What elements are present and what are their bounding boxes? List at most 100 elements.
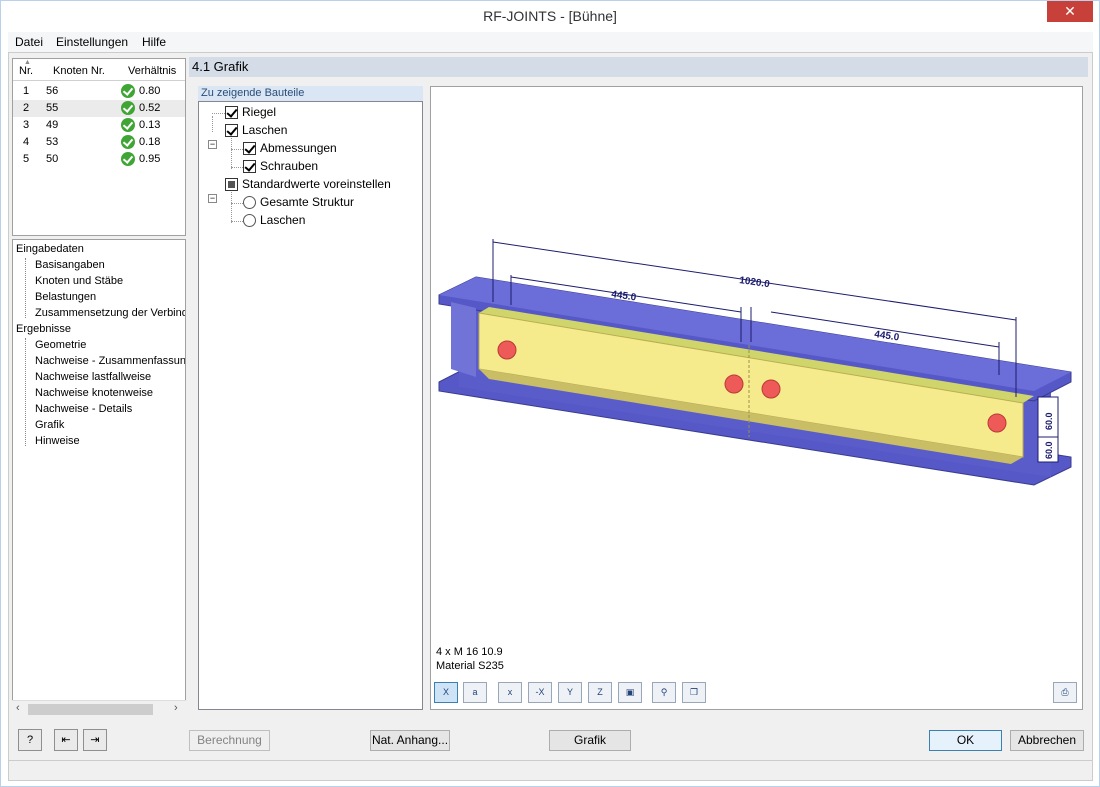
row-nr: 4 (23, 136, 30, 148)
section-title: 4.1 Grafik (192, 59, 249, 74)
nav-horizontal-scrollbar[interactable]: ‹ › (12, 700, 186, 717)
nav-zusammensetzung[interactable]: Zusammensetzung der Verbindung (35, 307, 185, 319)
table-row[interactable]: 4 53 0.18 (13, 134, 185, 151)
bolt (724, 374, 744, 394)
berechnung-button[interactable]: Berechnung (189, 730, 270, 751)
row-ratio: 0.18 (139, 136, 161, 148)
tree-connector (231, 138, 232, 169)
axis-minus-x-icon[interactable]: -X (528, 682, 552, 703)
menu-einstellungen[interactable]: Einstellungen (56, 35, 128, 49)
table-row[interactable]: 2 55 0.52 (13, 100, 185, 117)
table-row[interactable]: 5 50 0.95 (13, 151, 185, 168)
gesamte-radio[interactable] (243, 196, 256, 209)
dim-total-label: 1020.0 (739, 275, 771, 290)
row-ratio: 0.52 (139, 102, 161, 114)
row-ratio: 0.13 (139, 119, 161, 131)
check-ok-icon (121, 135, 135, 149)
schrauben-checkbox[interactable] (243, 160, 256, 173)
close-button[interactable]: ✕ (1047, 1, 1093, 22)
tree-connector (231, 203, 243, 204)
table-header: ▲ Nr. Knoten Nr. Verhältnis (13, 59, 185, 81)
tree-connector (25, 258, 26, 318)
abmessungen-checkbox[interactable] (243, 142, 256, 155)
nav-group-eingabedaten[interactable]: Eingabedaten (16, 243, 84, 255)
tree-connector (231, 167, 243, 168)
check-ok-icon (121, 118, 135, 132)
axis-z-icon[interactable]: Z (588, 682, 612, 703)
check-ok-icon (121, 84, 135, 98)
axis-y-icon[interactable]: Y (558, 682, 582, 703)
row-nr: 5 (23, 153, 30, 165)
abmessungen-label: Abmessungen (260, 141, 337, 155)
view-x-icon[interactable]: X (434, 682, 458, 703)
standard-checkbox[interactable] (225, 178, 238, 191)
table-row[interactable]: 1 56 0.80 (13, 83, 185, 100)
options-tab[interactable]: Zu zeigende Bauteile (198, 86, 423, 101)
nav-details[interactable]: Nachweise - Details (35, 403, 132, 415)
nav-group-ergebnisse[interactable]: Ergebnisse (16, 323, 71, 335)
navigation-tree: Eingabedaten Basisangaben Knoten und Stä… (12, 239, 186, 717)
row-knoten: 53 (46, 136, 59, 148)
scroll-thumb[interactable] (28, 704, 153, 715)
graphic-viewport[interactable]: 1020.0 445.0 445.0 60.0 60.0 4 x M 16 10… (430, 86, 1083, 710)
dim-v1-label: 60.0 (1044, 412, 1054, 430)
col-verhaeltnis[interactable]: Verhältnis (128, 65, 176, 77)
nat-anhang-button[interactable]: Nat. Anhang... (370, 730, 450, 751)
row-knoten: 55 (46, 102, 59, 114)
laschen-checkbox[interactable] (225, 124, 238, 137)
view-a-icon[interactable]: a (463, 682, 487, 703)
options-panel: Riegel − Laschen Abmessungen Schrauben − (198, 101, 423, 710)
laschen-radio[interactable] (243, 214, 256, 227)
material-label: Material S235 (436, 660, 504, 672)
copy-icon[interactable]: ❐ (682, 682, 706, 703)
collapse-laschen-icon[interactable]: − (208, 140, 217, 149)
check-ok-icon (121, 152, 135, 166)
export-icon[interactable]: ⇥ (83, 729, 107, 751)
print-icon[interactable]: ⎙ (1053, 682, 1077, 703)
bolt (497, 340, 517, 360)
zoom-search-icon[interactable]: ⚲ (652, 682, 676, 703)
grafik-button[interactable]: Grafik (549, 730, 631, 751)
laschen-label: Laschen (242, 123, 288, 137)
schrauben-label: Schrauben (260, 159, 319, 173)
import-icon[interactable]: ⇤ (54, 729, 78, 751)
app-window: RF-JOINTS - [Bühne] ✕ Datei Einstellunge… (0, 0, 1100, 787)
nav-zusammenfassung[interactable]: Nachweise - Zusammenfassung (35, 355, 185, 367)
col-nr[interactable]: Nr. (19, 65, 33, 77)
col-knoten[interactable]: Knoten Nr. (53, 65, 105, 77)
nav-belastungen[interactable]: Belastungen (35, 291, 96, 303)
collapse-standard-icon[interactable]: − (208, 194, 217, 203)
row-knoten: 56 (46, 85, 59, 97)
scroll-left-icon[interactable]: ‹ (16, 702, 20, 714)
riegel-label: Riegel (242, 105, 277, 119)
standard-label: Standardwerte voreinstellen (242, 177, 391, 191)
menu-bar: Datei Einstellungen Hilfe (8, 32, 1093, 52)
menu-hilfe[interactable]: Hilfe (142, 35, 166, 49)
abbrechen-button[interactable]: Abbrechen (1010, 730, 1084, 751)
table-row[interactable]: 3 49 0.13 (13, 117, 185, 134)
end-face (451, 302, 476, 377)
riegel-checkbox[interactable] (225, 106, 238, 119)
nav-knotenweise[interactable]: Nachweise knotenweise (35, 387, 153, 399)
nav-grafik[interactable]: Grafik (35, 419, 64, 431)
row-nr: 3 (23, 119, 30, 131)
tree-connector (212, 116, 213, 132)
nav-basisangaben[interactable]: Basisangaben (35, 259, 105, 271)
nodes-table: ▲ Nr. Knoten Nr. Verhältnis 1 56 0.80 2 … (12, 58, 186, 236)
nav-geometrie[interactable]: Geometrie (35, 339, 86, 351)
bolt-spec-label: 4 x M 16 10.9 (436, 646, 503, 658)
check-ok-icon (121, 101, 135, 115)
help-icon[interactable]: ? (18, 729, 42, 751)
scroll-right-icon[interactable]: › (174, 702, 178, 714)
title-bar: RF-JOINTS - [Bühne] ✕ (1, 1, 1099, 32)
axis-x-icon[interactable]: x (498, 682, 522, 703)
nav-knoten-staebe[interactable]: Knoten und Stäbe (35, 275, 123, 287)
dim-v2-label: 60.0 (1044, 441, 1054, 459)
nav-hinweise[interactable]: Hinweise (35, 435, 80, 447)
iso-view-icon[interactable]: ▣ (618, 682, 642, 703)
menu-datei[interactable]: Datei (15, 35, 43, 49)
nav-lastfallweise[interactable]: Nachweise lastfallweise (35, 371, 151, 383)
ok-button[interactable]: OK (929, 730, 1002, 751)
tree-connector (212, 113, 225, 114)
row-nr: 2 (23, 102, 30, 114)
